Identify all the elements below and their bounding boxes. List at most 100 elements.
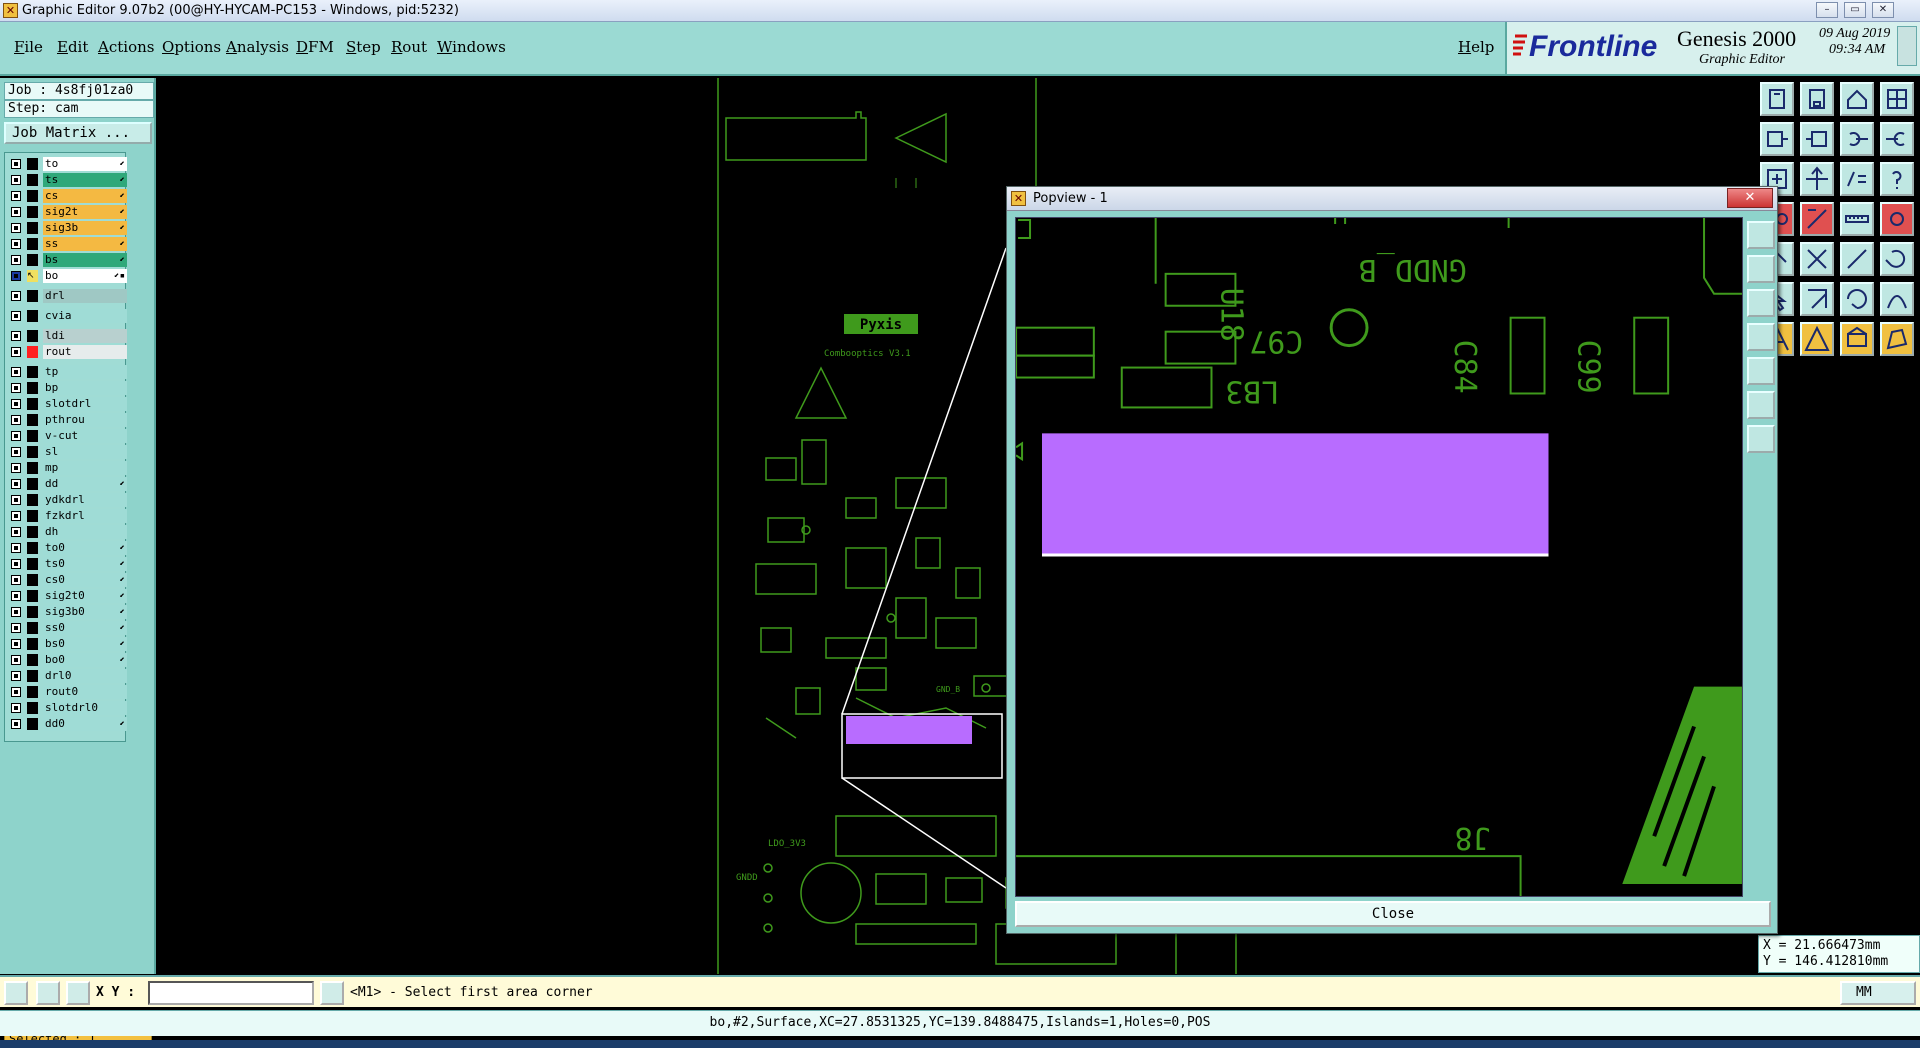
move-icon[interactable] — [1800, 282, 1834, 316]
popview-redraw-icon[interactable] — [1747, 391, 1775, 419]
layer-name[interactable]: fzkdrl — [43, 509, 127, 523]
prev-icon[interactable] — [1760, 122, 1794, 156]
layer-color-swatch[interactable] — [27, 346, 38, 358]
center-icon[interactable] — [1800, 162, 1834, 196]
layer-name[interactable]: slotdrl0 — [43, 701, 127, 715]
layer-checkbox[interactable] — [11, 527, 21, 537]
snap-tool-icon[interactable] — [36, 981, 60, 1005]
layer-row-ldi[interactable]: ldi — [7, 329, 127, 343]
layer-checkbox[interactable] — [11, 719, 21, 729]
layer-checkbox[interactable] — [11, 159, 21, 169]
layer-checkbox[interactable] — [11, 671, 21, 681]
surface-icon[interactable] — [1840, 322, 1874, 356]
close-window-button[interactable]: ✕ — [1872, 2, 1894, 18]
help-icon[interactable] — [1880, 162, 1914, 196]
layer-row-bo0[interactable]: bo0 ⬋ — [7, 653, 127, 667]
brand-scroll[interactable] — [1897, 26, 1917, 66]
layer-checkbox[interactable] — [11, 239, 21, 249]
layer-color-swatch[interactable] — [27, 606, 38, 618]
menu-analysis[interactable]: Analysis — [226, 38, 289, 56]
layer-color-swatch[interactable] — [27, 414, 38, 426]
layer-name[interactable]: tp — [43, 365, 127, 379]
popview-settings-icon[interactable] — [1747, 425, 1775, 453]
popview-close-button[interactable]: Close — [1015, 901, 1771, 927]
layer-checkbox[interactable] — [11, 479, 21, 489]
layer-row-pthrou[interactable]: pthrou — [7, 413, 127, 427]
layer-color-swatch[interactable] — [27, 574, 38, 586]
pad-icon[interactable] — [1880, 202, 1914, 236]
layer-color-swatch[interactable] — [27, 686, 38, 698]
layer-row-drl[interactable]: drl — [7, 289, 127, 303]
scale-1-2-icon[interactable] — [1840, 162, 1874, 196]
layer-name[interactable]: pthrou — [43, 413, 127, 427]
layer-checkbox[interactable] — [11, 367, 21, 377]
layer-color-swatch[interactable] — [27, 430, 38, 442]
layer-color-swatch[interactable] — [27, 510, 38, 522]
minimize-button[interactable]: – — [1816, 2, 1838, 18]
layer-color-swatch[interactable] — [27, 526, 38, 538]
next-icon[interactable] — [1800, 122, 1834, 156]
ruler-icon[interactable] — [1840, 202, 1874, 236]
arc-icon[interactable] — [1880, 282, 1914, 316]
layer-color-swatch[interactable] — [27, 206, 38, 218]
menu-options[interactable]: Options — [162, 38, 221, 56]
layer-row-slotdrl[interactable]: slotdrl — [7, 397, 127, 411]
layer-name[interactable]: ts ⬋ — [43, 173, 127, 187]
layer-color-swatch[interactable] — [27, 478, 38, 490]
layer-row-bs0[interactable]: bs0 ⬋ — [7, 637, 127, 651]
layer-color-swatch[interactable] — [27, 330, 38, 342]
layer-row-ss0[interactable]: ss0 ⬋ — [7, 621, 127, 635]
popview-zoom-in-icon[interactable] — [1747, 255, 1775, 283]
layer-name[interactable]: ydkdrl — [43, 493, 127, 507]
layer-row-sl[interactable]: sl — [7, 445, 127, 459]
layer-row-bp[interactable]: bp — [7, 381, 127, 395]
layer-checkbox[interactable] — [11, 463, 21, 473]
save-icon[interactable] — [1800, 82, 1834, 116]
layer-name[interactable]: drl — [43, 289, 127, 303]
layer-row-dd0[interactable]: dd0 ⬋ — [7, 717, 127, 731]
layer-row-to0[interactable]: to0 ⬋ — [7, 541, 127, 555]
poly-icon[interactable] — [1880, 322, 1914, 356]
job-matrix-button[interactable]: Job Matrix ... — [4, 122, 152, 144]
layer-name[interactable]: sig3b ⬋ — [43, 221, 127, 235]
zoom-back-icon[interactable] — [1840, 122, 1874, 156]
maximize-button[interactable]: ▭ — [1844, 2, 1866, 18]
layer-checkbox[interactable] — [11, 255, 21, 265]
line-tool-icon[interactable] — [4, 981, 28, 1005]
layer-row-ydkdrl[interactable]: ydkdrl — [7, 493, 127, 507]
layer-name[interactable]: rout0 — [43, 685, 127, 699]
layer-checkbox[interactable] — [11, 703, 21, 713]
layer-checkbox[interactable] — [11, 591, 21, 601]
layer-name[interactable]: cvia — [43, 309, 127, 323]
layer-row-dd[interactable]: dd ⬋ — [7, 477, 127, 491]
grid-tool-icon[interactable] — [66, 981, 90, 1005]
xy-input[interactable] — [148, 981, 314, 1005]
layer-checkbox[interactable] — [11, 191, 21, 201]
layer-checkbox[interactable] — [11, 331, 21, 341]
layer-color-swatch[interactable]: ↖ — [27, 270, 38, 282]
layer-name[interactable]: ss ⬋ — [43, 237, 127, 251]
layer-row-cs0[interactable]: cs0 ⬋ — [7, 573, 127, 587]
layer-name[interactable]: ts0 ⬋ — [43, 557, 127, 571]
layer-name[interactable]: bo ⬋▪ — [43, 269, 127, 283]
layer-row-sig3b0[interactable]: sig3b0 ⬋ — [7, 605, 127, 619]
popview-pan-icon[interactable] — [1747, 323, 1775, 351]
layer-row-v-cut[interactable]: v-cut — [7, 429, 127, 443]
home-icon[interactable] — [1840, 82, 1874, 116]
open-icon[interactable] — [1760, 82, 1794, 116]
menu-dfm[interactable]: DFM — [296, 38, 334, 56]
layer-name[interactable]: dd0 ⬋ — [43, 717, 127, 731]
layer-color-swatch[interactable] — [27, 398, 38, 410]
layer-name[interactable]: sig3b0 ⬋ — [43, 605, 127, 619]
menu-edit[interactable]: Edit — [57, 38, 88, 56]
layer-checkbox[interactable] — [11, 559, 21, 569]
layer-color-swatch[interactable] — [27, 558, 38, 570]
layer-checkbox[interactable] — [11, 207, 21, 217]
layer-checkbox[interactable] — [11, 543, 21, 553]
text-cursor-icon[interactable] — [320, 981, 344, 1005]
layer-color-swatch[interactable] — [27, 190, 38, 202]
cross-icon[interactable] — [1800, 242, 1834, 276]
layer-checkbox[interactable] — [11, 655, 21, 665]
layer-name[interactable]: cs0 ⬋ — [43, 573, 127, 587]
layer-row-sig3b[interactable]: sig3b ⬋ — [7, 221, 127, 235]
